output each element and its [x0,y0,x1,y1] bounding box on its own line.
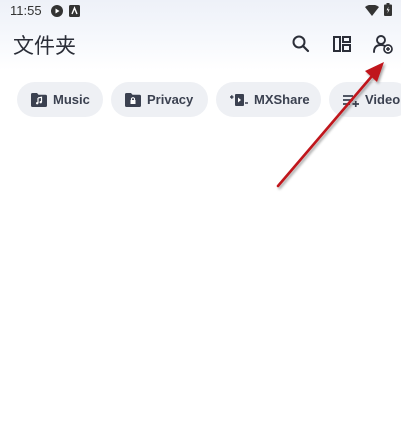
annotation-arrow [276,62,384,188]
